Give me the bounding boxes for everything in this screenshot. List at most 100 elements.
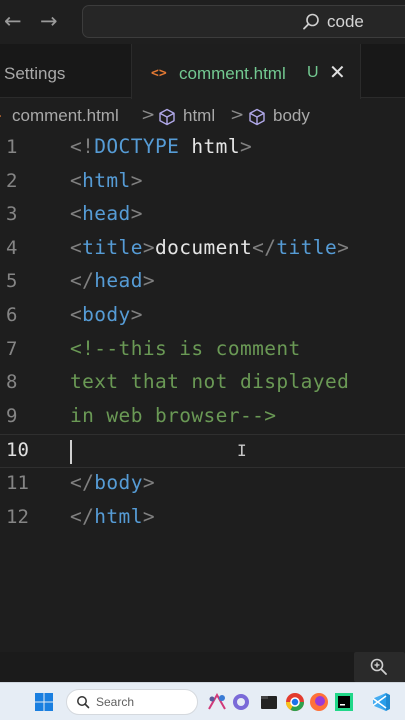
breadcrumb-separator-icon: > xyxy=(141,105,156,125)
html-file-icon: > xyxy=(0,109,1,123)
zoom-button[interactable] xyxy=(354,652,405,682)
code-line[interactable]: 1 <!DOCTYPE html> xyxy=(0,132,405,166)
breadcrumb-html[interactable]: html xyxy=(183,106,215,126)
token-br: > xyxy=(142,504,155,528)
code-line[interactable]: 12 </html> xyxy=(0,502,405,536)
tab-settings-label: Settings xyxy=(4,64,66,83)
line-number: 2 xyxy=(6,169,18,192)
token-br: > xyxy=(337,235,350,259)
token-br: < xyxy=(70,202,83,226)
token-br: > xyxy=(142,235,155,259)
token-cmt: text that not displayed xyxy=(70,370,350,394)
text-cursor xyxy=(70,440,72,465)
token-br: > xyxy=(239,135,253,158)
token-txt: html xyxy=(191,135,240,158)
tab-comment-html[interactable]: <> comment.html U ✕ xyxy=(131,44,361,99)
line-number: 7 xyxy=(6,337,18,360)
mouse-ibeam-icon: I xyxy=(237,441,247,461)
code-line[interactable]: 8 text that not displayed xyxy=(0,367,405,401)
token-br: <! xyxy=(70,135,95,158)
panel-strip xyxy=(0,652,405,682)
line-number: 12 xyxy=(6,505,29,528)
code-text: </html> xyxy=(70,505,155,528)
copilot-icon[interactable] xyxy=(230,691,252,713)
untracked-status-badge: U xyxy=(307,64,319,81)
symbol-element-icon xyxy=(249,108,265,126)
code-line[interactable]: 9 in web browser--> xyxy=(0,401,405,435)
token-br: </ xyxy=(70,269,95,293)
token-tag: body xyxy=(82,303,131,326)
close-icon[interactable]: ✕ xyxy=(329,60,346,84)
breadcrumb-file[interactable]: comment.html xyxy=(12,106,119,126)
token-br: < xyxy=(70,235,83,259)
windows-taskbar: Search xyxy=(0,682,405,720)
pycharm-icon[interactable] xyxy=(333,691,355,713)
code-text: text that not displayed xyxy=(70,370,349,393)
token-br: < xyxy=(70,303,83,326)
tab-bar: Settings <> comment.html U ✕ xyxy=(0,44,405,99)
file-explorer-icon[interactable] xyxy=(258,691,280,713)
token-tag: head xyxy=(94,269,143,293)
tab-comment-html-label: comment.html xyxy=(179,64,286,83)
token-tag: title xyxy=(82,235,143,259)
token-tag: body xyxy=(94,471,143,494)
code-text: <!DOCTYPE html> xyxy=(70,135,252,158)
zoom-in-icon xyxy=(370,658,387,675)
code-line[interactable]: 3 <head> xyxy=(0,199,405,233)
line-number: 4 xyxy=(6,236,18,259)
token-br: > xyxy=(142,269,155,293)
taskbar-search-placeholder: Search xyxy=(96,695,135,709)
line-number: 10 xyxy=(6,439,29,462)
code-line[interactable]: 6 <body> xyxy=(0,300,405,334)
widgets-icon[interactable] xyxy=(206,691,228,713)
code-text: <title>document</title> xyxy=(70,236,349,259)
vscode-icon[interactable] xyxy=(370,691,392,713)
code-text: in web browser--> xyxy=(70,404,276,427)
token-br: > xyxy=(130,202,143,226)
code-text: <html> xyxy=(70,169,143,192)
code-line[interactable]: 7 <!--this is comment xyxy=(0,334,405,368)
token-tag: head xyxy=(82,202,131,226)
search-text: code xyxy=(327,12,364,31)
title-bar: ← → code xyxy=(0,0,405,44)
search-icon xyxy=(303,13,319,30)
symbol-element-icon xyxy=(159,108,175,126)
back-arrow-icon[interactable]: ← xyxy=(4,9,22,33)
token-txt: document xyxy=(154,235,253,259)
chrome-icon[interactable] xyxy=(284,691,306,713)
code-editor[interactable]: 1 <!DOCTYPE html> 2 <html> 3 <head> 4 <title>do… xyxy=(0,132,405,652)
code-text: <body> xyxy=(70,303,143,326)
code-line[interactable]: 11 </body> xyxy=(0,468,405,502)
token-br: > xyxy=(130,168,143,192)
breadcrumb-separator-icon: > xyxy=(230,105,245,125)
line-number: 5 xyxy=(6,270,18,293)
command-center-search[interactable]: code xyxy=(82,5,405,38)
token-br: < xyxy=(70,168,83,192)
line-number: 6 xyxy=(6,304,18,326)
token-cmt: <!--this is comment xyxy=(70,336,301,360)
token-br: > xyxy=(142,471,155,494)
token-tag: title xyxy=(276,235,338,259)
code-text: <head> xyxy=(70,202,143,225)
search-icon xyxy=(77,696,90,709)
taskbar-search[interactable]: Search xyxy=(66,689,198,715)
forward-arrow-icon[interactable]: → xyxy=(40,9,58,33)
html-file-icon: <> xyxy=(151,66,167,81)
token-cmt: in web browser--> xyxy=(70,403,277,427)
firefox-icon[interactable] xyxy=(308,691,330,713)
code-line[interactable]: 4 <title>document</title> xyxy=(0,233,405,267)
tab-settings[interactable]: Settings xyxy=(0,44,130,98)
code-line[interactable]: 5 </head> xyxy=(0,266,405,300)
windows-start-icon[interactable] xyxy=(34,692,54,712)
token-tag: html xyxy=(82,168,131,192)
breadcrumb-body[interactable]: body xyxy=(273,106,310,126)
token-tag: html xyxy=(94,504,143,528)
code-text: </body> xyxy=(70,471,155,494)
code-line[interactable]: 2 <html> xyxy=(0,166,405,200)
current-line[interactable]: 10 I xyxy=(0,434,405,468)
line-number: 9 xyxy=(6,404,18,427)
code-text: </head> xyxy=(70,269,155,292)
breadcrumb: > comment.html > html > body xyxy=(0,100,405,132)
token-br: </ xyxy=(70,471,95,494)
